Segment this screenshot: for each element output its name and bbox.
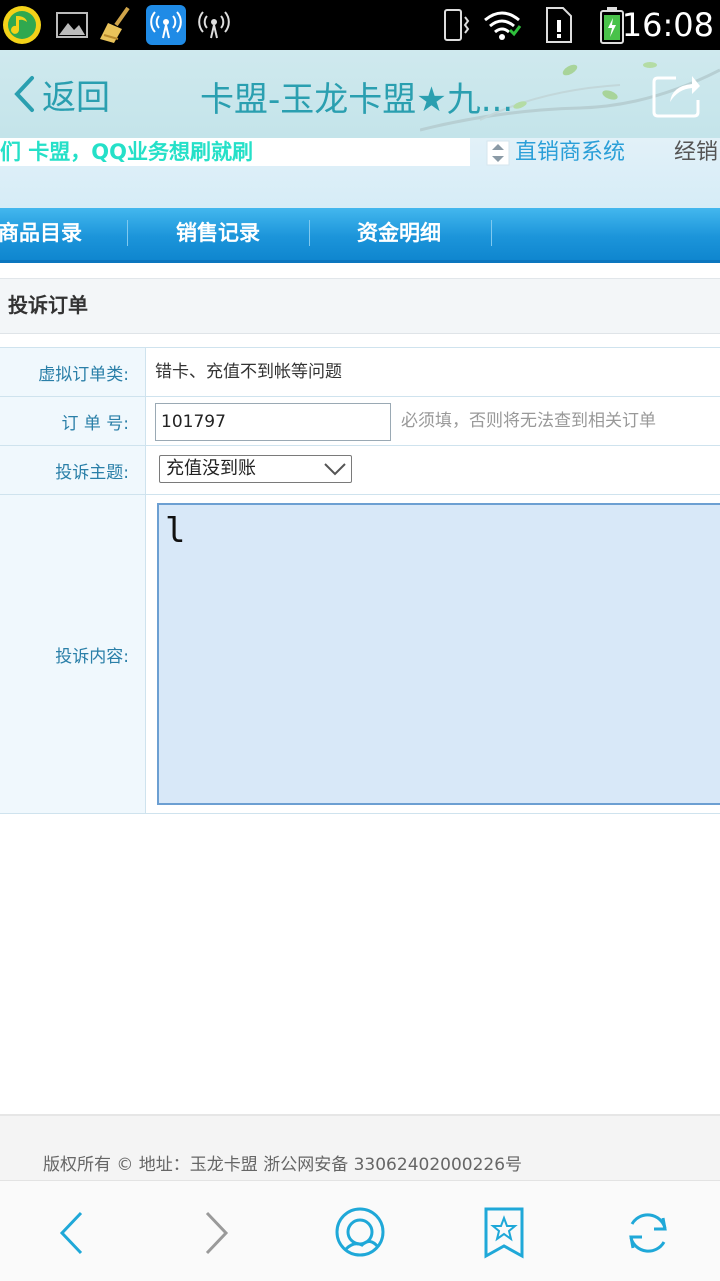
back-label: 返回 <box>42 77 110 118</box>
nav-sales-records[interactable]: 销售记录 <box>176 208 260 260</box>
wifi-signal-icon <box>482 5 522 45</box>
footer-copyright: 版权所有 © 地址：玉龙卡盟 浙公网安备 33062402000226号 <box>43 1155 523 1175</box>
browser-forward-button[interactable] <box>186 1203 246 1263</box>
form-row-category: 虚拟订单类: 错卡、充值不到帐等问题 <box>0 348 720 397</box>
status-time: 16:08 <box>621 6 714 44</box>
music-app-icon <box>2 5 42 45</box>
form-row-order: 订 单 号: 必须填，否则将无法查到相关订单 <box>0 397 720 446</box>
subject-select[interactable]: 充值没到账 <box>159 455 352 483</box>
category-value: 错卡、充值不到帐等问题 <box>155 362 342 382</box>
main-nav: 商品目录 销售记录 资金明细 <box>0 208 720 263</box>
chevron-left-icon <box>59 1211 83 1255</box>
browser-toolbar <box>0 1180 720 1281</box>
panel-header: 投诉订单 <box>0 278 720 334</box>
content-label: 投诉内容: <box>0 495 146 813</box>
back-button[interactable]: 返回 <box>12 70 110 118</box>
nav-divider <box>127 220 128 246</box>
bookmark-star-icon <box>484 1207 524 1259</box>
share-button[interactable] <box>652 72 702 118</box>
vibrate-icon <box>434 5 474 45</box>
browser-back-button[interactable] <box>42 1203 102 1263</box>
page-title: 卡盟-玉龙卡盟★九... <box>200 80 514 120</box>
marquee-text: 们 卡盟，QQ业务想刷就刷 <box>0 138 470 166</box>
browser-refresh-button[interactable] <box>618 1203 678 1263</box>
subject-cell: 充值没到账 <box>147 446 720 494</box>
app-header: 返回 卡盟-玉龙卡盟★九... <box>0 50 720 138</box>
gallery-icon <box>52 5 92 45</box>
sim-alert-icon <box>538 5 578 45</box>
nav-fund-details[interactable]: 资金明细 <box>357 208 441 260</box>
order-number-input[interactable] <box>155 403 391 441</box>
browser-bookmarks-button[interactable] <box>474 1203 534 1263</box>
complaint-form: 虚拟订单类: 错卡、充值不到帐等问题 订 单 号: 必须填，否则将无法查到相关订… <box>0 347 720 814</box>
complaint-content-textarea[interactable]: l <box>157 503 720 805</box>
category-cell: 错卡、充值不到帐等问题 <box>147 348 720 396</box>
order-number-hint: 必须填，否则将无法查到相关订单 <box>401 411 656 431</box>
chevron-right-icon <box>205 1211 229 1255</box>
chevron-left-icon <box>14 76 34 112</box>
nav-divider <box>491 220 492 246</box>
chevron-down-icon <box>324 463 346 476</box>
direct-seller-system-link[interactable]: 直销商系统 <box>515 138 625 168</box>
order-number-label: 订 单 号: <box>0 397 146 445</box>
panel-title: 投诉订单 <box>8 293 88 317</box>
subject-label: 投诉主题: <box>0 446 146 494</box>
form-row-subject: 投诉主题: 充值没到账 <box>0 446 720 495</box>
wifi-hotspot-icon <box>146 5 186 45</box>
browser-logo-icon <box>335 1207 385 1257</box>
broom-cleaner-icon <box>98 5 138 45</box>
subject-selected-value: 充值没到账 <box>166 458 256 479</box>
dealer-link[interactable]: 经销 <box>674 138 718 168</box>
hotspot-icon <box>194 5 234 45</box>
nav-divider <box>309 220 310 246</box>
browser-home-button[interactable] <box>330 1203 390 1263</box>
status-bar: 16:08 <box>0 0 720 50</box>
share-icon <box>652 76 700 118</box>
order-number-cell: 必须填，否则将无法查到相关订单 <box>147 397 720 445</box>
refresh-icon <box>629 1213 667 1253</box>
nav-product-catalog[interactable]: 商品目录 <box>0 208 82 260</box>
sort-arrows-icon <box>486 140 510 166</box>
site-banner: 们 卡盟，QQ业务想刷就刷 直销商系统 经销 <box>0 138 720 208</box>
form-row-content: 投诉内容: l <box>0 495 720 814</box>
category-label: 虚拟订单类: <box>0 348 146 396</box>
content-cell: l <box>147 495 720 813</box>
